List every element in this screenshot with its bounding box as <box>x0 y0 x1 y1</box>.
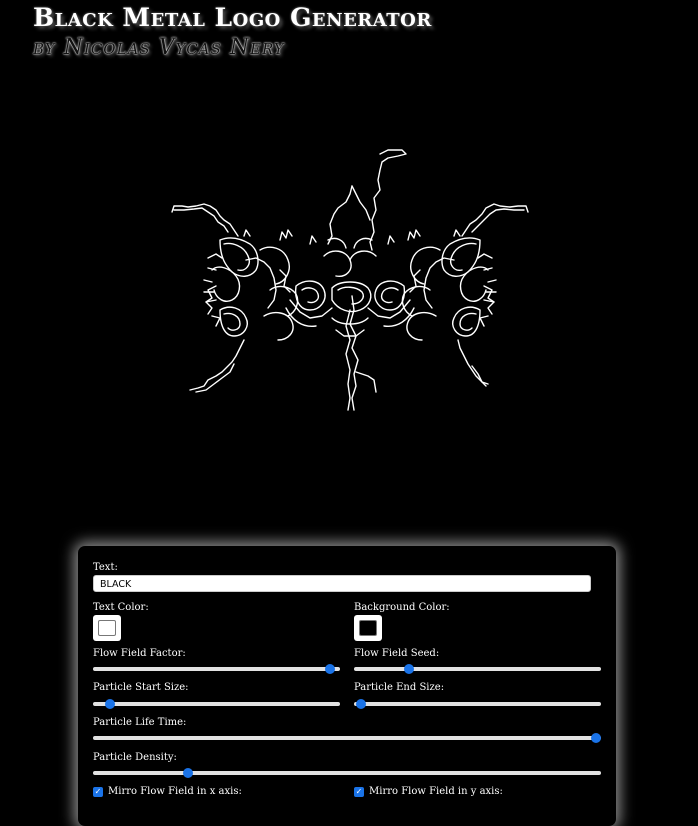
settings-panel: Text: BLACK Text Color: Background Color… <box>78 546 616 826</box>
particle-life-time-label: Particle Life Time: <box>93 717 187 728</box>
particle-end-size-label: Particle End Size: <box>354 682 445 693</box>
particle-density-slider[interactable] <box>93 765 601 779</box>
check-icon: ✓ <box>355 787 363 796</box>
text-color-swatch <box>98 620 116 636</box>
background-color-picker[interactable] <box>354 615 382 641</box>
text-input[interactable]: BLACK <box>93 575 591 592</box>
particle-start-size-label: Particle Start Size: <box>93 682 189 693</box>
mirror-x-checkbox[interactable]: ✓ <box>93 787 103 797</box>
slider-track <box>93 702 340 706</box>
flow-field-factor-slider[interactable] <box>93 661 340 675</box>
slider-thumb[interactable] <box>356 699 367 709</box>
slider-track <box>93 667 340 671</box>
mirror-x-label: Mirro Flow Field in x axis: <box>108 786 242 797</box>
slider-track <box>354 702 601 706</box>
background-color-swatch <box>359 620 377 636</box>
background-color-label: Background Color: <box>354 602 450 613</box>
slider-track <box>93 736 601 740</box>
slider-thumb[interactable] <box>325 664 336 674</box>
logo-canvas <box>171 149 529 411</box>
slider-track <box>93 771 601 775</box>
mirror-y-label: Mirro Flow Field in y axis: <box>369 786 503 797</box>
particle-start-size-slider[interactable] <box>93 696 340 710</box>
app-title: Black Metal Logo Generator <box>33 3 432 32</box>
text-color-label: Text Color: <box>93 602 149 613</box>
slider-thumb[interactable] <box>104 699 115 709</box>
particle-life-time-slider[interactable] <box>93 730 601 744</box>
mirror-y-checkbox[interactable]: ✓ <box>354 787 364 797</box>
slider-thumb[interactable] <box>182 768 193 778</box>
particle-density-label: Particle Density: <box>93 752 177 763</box>
check-icon: ✓ <box>94 787 102 796</box>
slider-track <box>354 667 601 671</box>
flow-field-seed-slider[interactable] <box>354 661 601 675</box>
app-subtitle: by Nicolas Vycas Nery <box>33 35 285 60</box>
flow-field-seed-label: Flow Field Seed: <box>354 648 440 659</box>
flow-field-factor-label: Flow Field Factor: <box>93 648 186 659</box>
particle-end-size-slider[interactable] <box>354 696 601 710</box>
text-label: Text: <box>93 562 118 573</box>
text-color-picker[interactable] <box>93 615 121 641</box>
slider-thumb[interactable] <box>403 664 414 674</box>
slider-thumb[interactable] <box>591 733 601 743</box>
